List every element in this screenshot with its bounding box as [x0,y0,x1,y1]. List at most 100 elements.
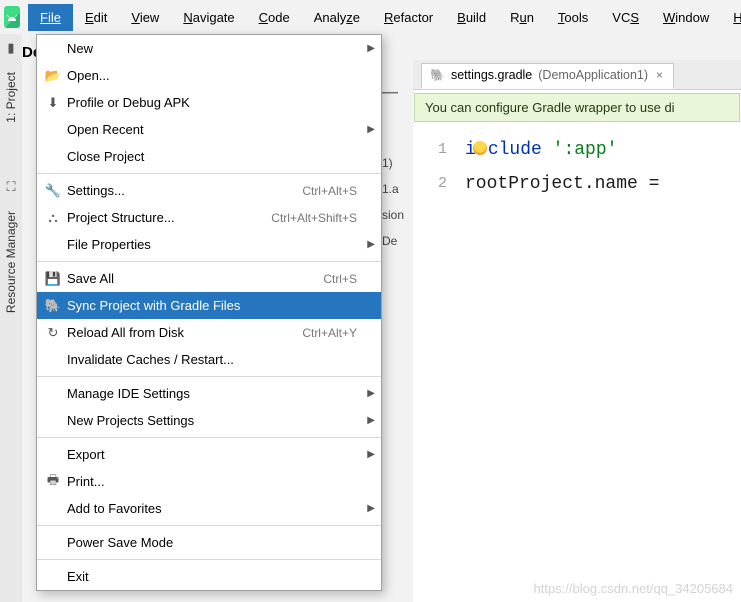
menu-separator [37,525,381,526]
menu-separator [37,559,381,560]
file-menu-item-new[interactable]: New▶ [37,35,381,62]
project-tool-tab[interactable]: 1: Project [2,66,20,129]
blank-icon [43,446,63,464]
file-menu-item-save-all[interactable]: 💾 Save AllCtrl+S [37,265,381,292]
menu-window[interactable]: Window [651,4,721,31]
menu-build[interactable]: Build [445,4,498,31]
blank-icon [43,385,63,403]
resource-manager-tool-tab[interactable]: Resource Manager [2,205,20,319]
menu-separator [37,173,381,174]
file-menu-item-manage-ide-settings[interactable]: Manage IDE Settings▶ [37,380,381,407]
file-menu-item-reload-all-from-disk[interactable]: ↻Reload All from DiskCtrl+Alt+Y [37,319,381,346]
tab-settings-gradle[interactable]: 🐘 settings.gradle (DemoApplication1) × [421,63,674,89]
file-menu-item-invalidate-caches-restart[interactable]: Invalidate Caches / Restart... [37,346,381,373]
⛬-icon: ⛬ [43,209,63,227]
android-studio-logo-icon [4,6,20,28]
submenu-arrow-icon: ▶ [367,124,375,135]
file-menu-item-close-project[interactable]: Close Project [37,143,381,170]
minus-icon[interactable]: — [382,84,398,102]
menu-analyze[interactable]: Analyze [302,4,372,31]
blank-icon [43,568,63,586]
file-menu-item-settings[interactable]: 🔧Settings...Ctrl+Alt+S [37,177,381,204]
menu-separator [37,437,381,438]
line-number: 1 [413,133,447,167]
menu-item-label: Save All [67,271,323,286]
banner-text: You can configure Gradle wrapper to use … [425,100,675,115]
file-menu-item-power-save-mode[interactable]: Power Save Mode [37,529,381,556]
line-number-gutter: 1 2 [413,125,465,201]
🖶-icon: 🖶 [43,473,63,491]
menubar: File Edit View Navigate Code Analyze Ref… [0,0,741,34]
menu-item-label: Reload All from Disk [67,325,302,340]
menu-item-label: Open... [67,68,371,83]
menu-item-label: New [67,41,371,56]
toolbar-fragment: — [382,84,398,102]
blank-icon [43,40,63,58]
🐘-icon: 🐘 [43,297,63,315]
submenu-arrow-icon: ▶ [367,239,375,250]
menu-run[interactable]: Run [498,4,546,31]
menu-item-label: Power Save Mode [67,535,371,550]
menu-separator [37,376,381,377]
menu-edit[interactable]: Edit [73,4,119,31]
menu-item-label: Export [67,447,371,462]
submenu-arrow-icon: ▶ [367,449,375,460]
resource-manager-icon: ⛶ [6,179,15,195]
blank-icon [43,351,63,369]
code-line-2: rootProject.name = [465,167,659,201]
close-tab-icon[interactable]: × [654,68,665,82]
submenu-arrow-icon: ▶ [367,503,375,514]
menu-item-label: New Projects Settings [67,413,371,428]
file-menu-item-export[interactable]: Export▶ [37,441,381,468]
menu-view[interactable]: View [119,4,171,31]
menu-tools[interactable]: Tools [546,4,600,31]
editor-tab-strip: 🐘 settings.gradle (DemoApplication1) × [413,60,741,90]
⬇-icon: ⬇ [43,94,63,112]
menu-item-shortcut: Ctrl+S [323,272,371,286]
menu-item-label: Sync Project with Gradle Files [67,298,371,313]
menu-item-shortcut: Ctrl+Alt+Shift+S [271,211,371,225]
menu-item-label: Add to Favorites [67,501,371,516]
🔧-icon: 🔧 [43,182,63,200]
file-menu-item-open-recent[interactable]: Open Recent▶ [37,116,381,143]
submenu-arrow-icon: ▶ [367,43,375,54]
left-tool-strip: ▮ 1: Project ⛶ Resource Manager [0,34,22,602]
menu-item-label: Settings... [67,183,302,198]
menu-item-label: Exit [67,569,371,584]
menu-file[interactable]: File [28,4,73,31]
gradle-file-icon: 🐘 [430,68,445,82]
menu-vcs[interactable]: VCS [600,4,651,31]
💾-icon: 💾 [43,270,63,288]
submenu-arrow-icon: ▶ [367,388,375,399]
watermark: https://blog.csdn.net/qq_34205684 [534,581,734,596]
menu-item-label: Manage IDE Settings [67,386,371,401]
folder-icon: ▮ [7,40,14,56]
lightbulb-icon[interactable] [473,141,487,155]
menu-refactor[interactable]: Refactor [372,4,445,31]
menu-item-label: Close Project [67,149,371,164]
code-line-1: iclude ':app' [465,133,659,167]
menu-item-label: Profile or Debug APK [67,95,371,110]
file-menu-dropdown: New▶📂Open...⬇Profile or Debug APKOpen Re… [36,34,382,591]
file-menu-item-sync-project-with-gradle-files[interactable]: 🐘 Sync Project with Gradle Files [37,292,381,319]
↻-icon: ↻ [43,324,63,342]
menu-item-label: Open Recent [67,122,371,137]
file-menu-item-project-structure[interactable]: ⛬ Project Structure...Ctrl+Alt+Shift+S [37,204,381,231]
menu-item-label: Project Structure... [67,210,271,225]
file-menu-item-print[interactable]: 🖶Print... [37,468,381,495]
blank-icon [43,236,63,254]
code-area[interactable]: iclude ':app' rootProject.name = [465,125,659,201]
menu-code[interactable]: Code [247,4,302,31]
menu-item-label: File Properties [67,237,371,252]
file-menu-item-add-to-favorites[interactable]: Add to Favorites▶ [37,495,381,522]
menu-help-truncated[interactable]: H [721,4,741,31]
file-menu-item-open[interactable]: 📂Open... [37,62,381,89]
blank-icon [43,121,63,139]
file-menu-item-new-projects-settings[interactable]: New Projects Settings▶ [37,407,381,434]
file-menu-item-exit[interactable]: Exit [37,563,381,590]
line-number: 2 [413,167,447,201]
file-menu-item-profile-or-debug-apk[interactable]: ⬇ Profile or Debug APK [37,89,381,116]
menu-navigate[interactable]: Navigate [171,4,246,31]
file-menu-item-file-properties[interactable]: File Properties▶ [37,231,381,258]
gradle-config-banner[interactable]: You can configure Gradle wrapper to use … [414,93,740,122]
